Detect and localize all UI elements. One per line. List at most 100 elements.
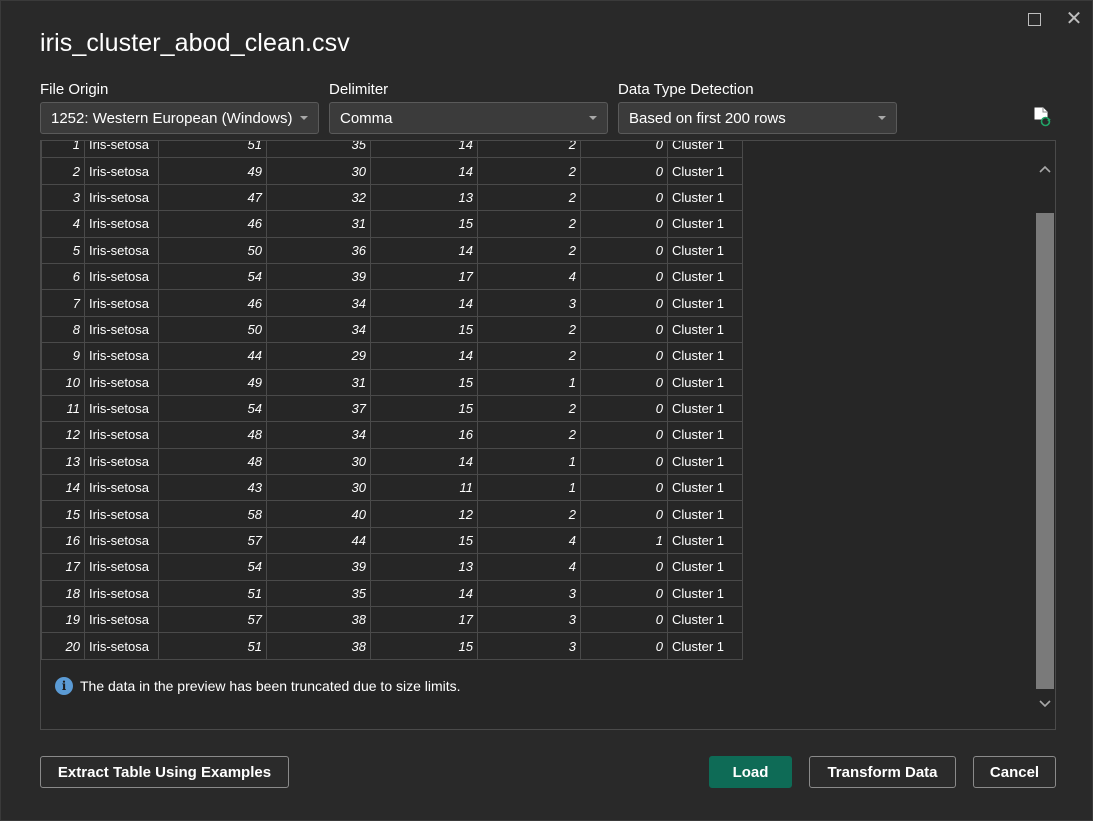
table-cell: 34 [266,421,371,449]
table-cell: 14 [370,157,478,185]
table-cell: 2 [477,315,581,344]
table-cell: 0 [580,368,668,396]
table-cell: Cluster 1 [667,262,743,291]
table-cell: 3 [477,579,581,608]
row-number-cell: 4 [41,210,85,238]
table-row: 17 Iris-setosa 54 39 13 4 0 Cluster 1 [41,553,743,581]
table-cell: Iris-setosa [84,183,159,212]
table-cell: Iris-setosa [84,262,159,291]
refresh-file-icon[interactable] [1033,107,1051,127]
table-cell: Cluster 1 [667,210,743,238]
table-cell: 14 [370,141,478,159]
maximize-icon [1027,12,1041,26]
table-cell: 0 [580,342,668,370]
truncation-notice: i The data in the preview has been trunc… [55,677,461,695]
table-cell: Iris-setosa [84,579,159,608]
table-cell: Iris-setosa [84,421,159,449]
vertical-scrollbar[interactable] [1035,151,1055,729]
table-cell: 49 [158,157,267,185]
table-row: 4 Iris-setosa 46 31 15 2 0 Cluster 1 [41,210,743,238]
row-number-cell: 18 [41,579,85,608]
chevron-down-icon [589,116,597,120]
table-cell: 16 [370,421,478,449]
table-cell: 0 [580,632,668,660]
table-cell: Cluster 1 [667,157,743,185]
row-number-cell: 7 [41,289,85,317]
table-cell: 15 [370,210,478,238]
scrollbar-thumb[interactable] [1036,213,1054,689]
row-number-cell: 13 [41,447,85,476]
table-cell: Iris-setosa [84,315,159,344]
file-origin-select[interactable]: 1252: Western European (Windows) [40,102,319,134]
close-button[interactable]: ✕ [1063,8,1085,30]
table-row: 15 Iris-setosa 58 40 12 2 0 Cluster 1 [41,500,743,528]
file-origin-label: File Origin [40,81,109,98]
table-cell: 54 [158,262,267,291]
table-cell: 3 [477,606,581,634]
row-number-cell: 1 [41,141,85,159]
transform-data-button[interactable]: Transform Data [809,756,956,788]
close-icon: ✕ [1065,8,1083,30]
table-cell: 15 [370,632,478,660]
table-cell: 0 [580,157,668,185]
table-cell: 46 [158,210,267,238]
chevron-down-icon [878,116,886,120]
cancel-button[interactable]: Cancel [973,756,1056,788]
row-number-cell: 15 [41,500,85,528]
row-number-cell: 2 [41,157,85,185]
scroll-up-icon[interactable] [1039,164,1051,176]
table-cell: 0 [580,474,668,502]
load-button[interactable]: Load [709,756,792,788]
extract-table-button[interactable]: Extract Table Using Examples [40,756,289,788]
row-number-cell: 16 [41,526,85,555]
table-cell: 0 [580,421,668,449]
maximize-button[interactable] [1023,8,1045,30]
table-row: 16 Iris-setosa 57 44 15 4 1 Cluster 1 [41,526,743,555]
table-cell: Iris-setosa [84,474,159,502]
import-dialog: ✕ iris_cluster_abod_clean.csv File Origi… [0,0,1093,821]
table-cell: 15 [370,526,478,555]
table-cell: Cluster 1 [667,368,743,396]
table-cell: 31 [266,368,371,396]
table-cell: 40 [266,500,371,528]
table-cell: 0 [580,183,668,212]
table-cell: Cluster 1 [667,342,743,370]
table-cell: 0 [580,210,668,238]
info-icon: i [55,677,73,695]
table-cell: 39 [266,553,371,581]
table-cell: 43 [158,474,267,502]
table-cell: Iris-setosa [84,394,159,423]
table-cell: Cluster 1 [667,394,743,423]
chevron-down-icon [300,116,308,120]
scroll-down-icon[interactable] [1039,697,1051,709]
table-row: 1 Iris-setosa 51 35 14 2 0 Cluster 1 [41,141,743,159]
table-cell: Cluster 1 [667,447,743,476]
table-cell: 38 [266,606,371,634]
row-number-cell: 3 [41,183,85,212]
row-number-cell: 8 [41,315,85,344]
table-cell: 46 [158,289,267,317]
table-cell: Cluster 1 [667,632,743,660]
table-row: 8 Iris-setosa 50 34 15 2 0 Cluster 1 [41,315,743,344]
table-cell: Iris-setosa [84,236,159,264]
table-cell: 49 [158,368,267,396]
table-cell: 4 [477,526,581,555]
row-number-cell: 20 [41,632,85,660]
table-cell: Iris-setosa [84,342,159,370]
table-cell: 15 [370,368,478,396]
table-cell: 34 [266,315,371,344]
delimiter-value: Comma [340,110,393,127]
delimiter-select[interactable]: Comma [329,102,608,134]
truncation-message: The data in the preview has been truncat… [80,678,461,694]
table-cell: 57 [158,526,267,555]
table-cell: 4 [477,553,581,581]
table-cell: 48 [158,421,267,449]
table-cell: Cluster 1 [667,141,743,159]
table-cell: Iris-setosa [84,447,159,476]
table-cell: 2 [477,183,581,212]
table-cell: 2 [477,500,581,528]
table-cell: 12 [370,500,478,528]
data-type-detection-select[interactable]: Based on first 200 rows [618,102,897,134]
table-row: 6 Iris-setosa 54 39 17 4 0 Cluster 1 [41,262,743,291]
table-cell: 13 [370,183,478,212]
